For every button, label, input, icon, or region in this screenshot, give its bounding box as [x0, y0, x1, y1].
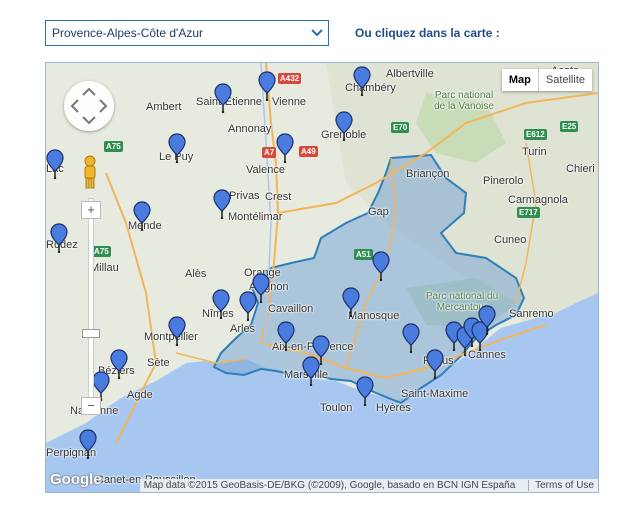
- city-label: Valence: [246, 164, 285, 176]
- location-pin-icon[interactable]: [50, 223, 68, 254]
- pan-up-icon: [82, 87, 96, 96]
- location-pin-icon[interactable]: [478, 305, 496, 336]
- map-prompt: Ou cliquez dans la carte :: [355, 26, 500, 40]
- road-shield: E612: [524, 129, 547, 140]
- location-pin-icon[interactable]: [239, 291, 257, 322]
- zoom-in-button[interactable]: +: [81, 201, 101, 219]
- google-logo[interactable]: Google: [50, 471, 102, 488]
- location-pin-icon[interactable]: [356, 376, 374, 407]
- pan-left-icon: [70, 99, 79, 113]
- road-shield: E717: [517, 207, 540, 218]
- attribution-text: Map data ©2015 GeoBasis-DE/BKG (©2009), …: [143, 480, 516, 491]
- location-pin-icon[interactable]: [342, 287, 360, 318]
- city-label: Saint-Maxime: [401, 388, 469, 400]
- road-shield: A75: [104, 141, 123, 152]
- city-label: Millau: [90, 262, 119, 274]
- terms-of-use-link[interactable]: Terms of Use: [528, 480, 594, 491]
- city-label: Arles: [230, 323, 256, 335]
- city-label: Pinerolo: [483, 175, 524, 187]
- city-label: Carmagnola: [508, 194, 568, 206]
- region-select[interactable]: Provence-Alpes-Côte d'Azur: [45, 20, 329, 46]
- location-pin-icon[interactable]: [353, 66, 371, 97]
- city-label: Agde: [127, 389, 153, 401]
- city-label: Crest: [265, 191, 292, 203]
- city-label: Sanremo: [509, 308, 554, 320]
- city-label: Cavaillon: [268, 303, 314, 315]
- pegman-icon[interactable]: [82, 155, 98, 189]
- location-pin-icon[interactable]: [133, 201, 151, 232]
- map-attribution: Map data ©2015 GeoBasis-DE/BKG (©2009), …: [139, 479, 598, 492]
- location-pin-icon[interactable]: [335, 111, 353, 142]
- city-label: Vienne: [272, 96, 307, 108]
- city-label: Hyères: [376, 402, 411, 414]
- location-pin-icon[interactable]: [258, 71, 276, 102]
- region-select-value: Provence-Alpes-Côte d'Azur: [52, 26, 204, 40]
- location-pin-icon[interactable]: [372, 251, 390, 282]
- road-shield: A7: [262, 147, 277, 158]
- location-pin-icon[interactable]: [277, 321, 295, 352]
- city-label: Chieri: [566, 163, 595, 175]
- city-label: Ambert: [146, 101, 182, 113]
- location-pin-icon[interactable]: [213, 189, 231, 220]
- pan-down-icon: [82, 116, 96, 125]
- location-pin-icon[interactable]: [426, 349, 444, 380]
- city-label: Montélimar: [228, 211, 283, 223]
- city-label: Alès: [185, 268, 207, 280]
- road-shield: E25: [560, 121, 579, 132]
- city-label: Briançon: [406, 168, 450, 180]
- map-base-layer: [46, 63, 598, 492]
- zoom-slider-track[interactable]: [88, 198, 94, 410]
- park-label: Parc national de la Vanoise: [434, 90, 494, 112]
- road-shield: A49: [299, 146, 318, 157]
- location-pin-icon[interactable]: [212, 289, 230, 320]
- location-pin-icon[interactable]: [168, 316, 186, 347]
- road-shield: A51: [354, 249, 373, 260]
- location-pin-icon[interactable]: [402, 323, 420, 354]
- location-pin-icon[interactable]: [302, 356, 320, 387]
- pan-control[interactable]: [64, 81, 114, 131]
- map-type-satellite-button[interactable]: Satellite: [537, 69, 592, 91]
- location-pin-icon[interactable]: [79, 429, 97, 460]
- location-pin-icon[interactable]: [214, 83, 232, 114]
- location-pin-icon[interactable]: [168, 133, 186, 164]
- road-shield: E70: [391, 122, 410, 133]
- zoom-out-button[interactable]: −: [81, 397, 101, 415]
- location-pin-icon[interactable]: [46, 149, 64, 180]
- city-label: Toulon: [320, 402, 353, 414]
- city-label: Albertville: [386, 68, 434, 80]
- location-pin-icon[interactable]: [110, 349, 128, 380]
- city-label: Sète: [147, 357, 170, 369]
- region-map[interactable]: Saint-Étienne Vienne Chambéry Albertvill…: [45, 62, 599, 493]
- road-shield: A75: [92, 246, 111, 257]
- city-label: Privas: [229, 190, 260, 202]
- city-label: Cuneo: [494, 234, 527, 246]
- location-pin-icon[interactable]: [276, 133, 294, 164]
- map-type-map-button[interactable]: Map: [501, 69, 538, 91]
- zoom-slider-handle[interactable]: [82, 329, 100, 338]
- chevron-down-icon: [306, 21, 328, 45]
- road-shield: A432: [278, 73, 302, 84]
- city-label: Gap: [368, 206, 389, 218]
- map-type-toggle: Map Satellite: [501, 69, 592, 91]
- city-label: Turin: [522, 146, 547, 158]
- pan-right-icon: [99, 99, 108, 113]
- city-label: Annonay: [228, 123, 272, 135]
